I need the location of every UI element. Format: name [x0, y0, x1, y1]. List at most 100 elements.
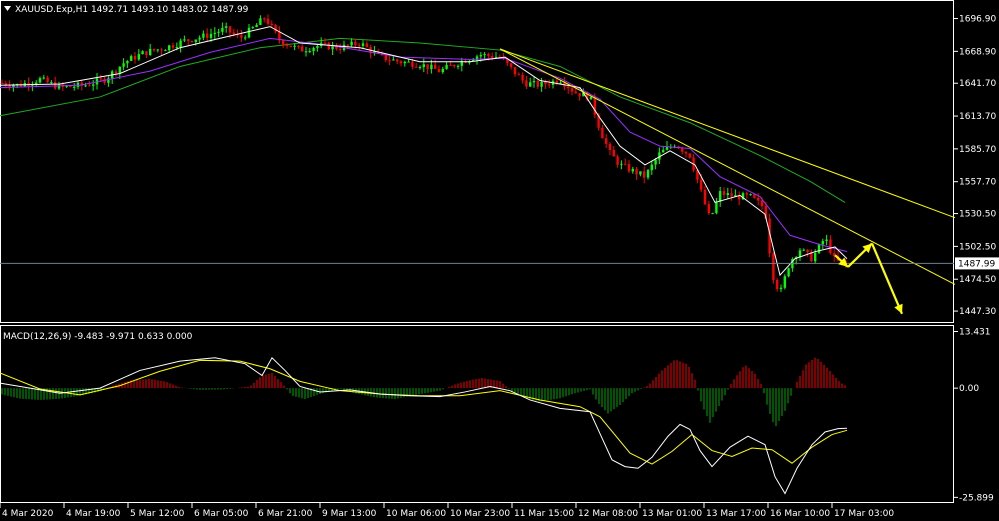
candle-body: [259, 18, 262, 25]
candle-body: [289, 45, 292, 47]
candle-body: [141, 51, 144, 55]
candle-body: [544, 81, 547, 85]
macd-label: MACD(12,26,9) -9.483 -9.971 0.633 0.000: [3, 332, 193, 342]
candle-body: [536, 81, 539, 87]
candle-body: [707, 204, 710, 214]
candle-body: [418, 67, 422, 69]
candle-body: [308, 51, 311, 53]
candle-body: [787, 268, 790, 277]
candle-body: [802, 249, 805, 251]
price-tick-label: 1696.90: [959, 15, 996, 25]
candle-body: [255, 24, 258, 28]
candle-body: [745, 193, 748, 195]
candle-body: [122, 63, 125, 67]
candle-body: [730, 193, 733, 197]
candle-body: [118, 66, 121, 74]
bid-line: 1487.99: [0, 257, 999, 270]
time-tick-label: 6 Mar 21:00: [258, 509, 313, 519]
candle-body: [354, 41, 357, 46]
candle-body: [209, 33, 213, 38]
candle-body: [240, 35, 243, 38]
candle-body: [225, 26, 228, 28]
candle-body: [316, 46, 319, 48]
chart-title: XAUUSD.Exp,H1 1492.71 1493.10 1483.02 14…: [4, 5, 249, 15]
candle-body: [35, 82, 38, 85]
candle-body: [779, 287, 783, 290]
candle-body: [266, 18, 270, 24]
candle-body: [574, 91, 577, 94]
macd-panel-frame: [0, 325, 954, 503]
candle-body: [88, 85, 91, 87]
candle-body: [654, 159, 657, 165]
candle-body: [776, 279, 779, 290]
candle-body: [627, 164, 631, 172]
candle-body: [681, 148, 684, 152]
candle-body: [513, 67, 517, 75]
candle-body: [388, 60, 391, 62]
candle-body: [407, 61, 410, 63]
macd-main-path: [0, 356, 848, 495]
candle-body: [426, 64, 429, 70]
time-tick-label: 10 Mar 23:00: [450, 509, 510, 519]
candle-body: [643, 171, 646, 178]
macd-panel[interactable]: MACD(12,26,9) -9.483 -9.971 0.633 0.000 …: [0, 325, 994, 504]
candle-body: [46, 77, 49, 83]
macd-main-line: [0, 356, 848, 495]
candle-body: [700, 179, 703, 190]
candle-body: [50, 82, 53, 84]
candle-body: [152, 48, 156, 51]
macd-tick-label: 0.00: [959, 384, 979, 394]
candle-body: [434, 64, 437, 69]
candle-body: [491, 55, 494, 58]
candle-body: [567, 86, 570, 89]
candle-body: [198, 37, 201, 40]
candle-body: [126, 60, 129, 64]
price-tick-label: 1447.30: [959, 307, 996, 317]
triangle-down-icon[interactable]: [4, 6, 11, 11]
candle-body: [384, 54, 387, 61]
candle-body: [821, 241, 824, 245]
candle-body: [365, 43, 368, 48]
time-tick-label: 16 Mar 10:00: [770, 509, 830, 519]
candle-body: [715, 201, 718, 214]
candle-body: [358, 45, 361, 47]
candle-body: [206, 33, 209, 38]
candle-body: [282, 40, 285, 46]
candle-body: [620, 163, 623, 165]
time-tick-label: 5 Mar 12:00: [130, 509, 185, 519]
candle-body: [187, 39, 190, 41]
trendlines[interactable]: [499, 48, 956, 285]
candle-body: [456, 65, 460, 67]
candle-body: [137, 54, 140, 60]
candle-body: [171, 45, 175, 48]
candle-body: [392, 59, 395, 61]
candle-body: [183, 39, 186, 41]
candle-body: [722, 191, 726, 196]
time-tick-label: 12 Mar 08:00: [578, 509, 638, 519]
price-panel[interactable]: 1696.90 1668.90 1641.70 1613.70 1585.70 1557.…: [0, 0, 999, 323]
time-axis: 4 Mar 2020 4 Mar 19:00 5 Mar 12:00 6 Mar 05…: [0, 503, 894, 519]
bid-price-label: 1487.99: [958, 259, 995, 269]
forecast-arrows[interactable]: [834, 242, 904, 315]
time-tick-label: 9 Mar 13:00: [322, 509, 377, 519]
trading-chart[interactable]: XAUUSD.Exp,H1 1492.71 1493.10 1483.02 14…: [0, 0, 999, 521]
macd-tick-label: -25.899: [959, 493, 994, 503]
candle-body: [650, 164, 653, 171]
candle-body: [221, 27, 224, 32]
candle-body: [441, 68, 444, 73]
candle-body: [114, 71, 118, 74]
candle-body: [175, 47, 178, 49]
candle-body: [510, 63, 513, 68]
candle-body: [361, 43, 365, 46]
candle-body: [160, 49, 163, 51]
candle-body: [0, 82, 4, 84]
time-tick-label: 10 Mar 06:00: [386, 509, 446, 519]
candle-body: [92, 84, 95, 86]
candle-body: [164, 50, 167, 52]
candle-body: [251, 27, 254, 29]
price-tick-label: 1668.90: [959, 47, 996, 57]
candle-body: [624, 163, 627, 165]
candle-body: [578, 93, 581, 97]
candle-body: [616, 156, 619, 165]
candles: [0, 14, 847, 293]
